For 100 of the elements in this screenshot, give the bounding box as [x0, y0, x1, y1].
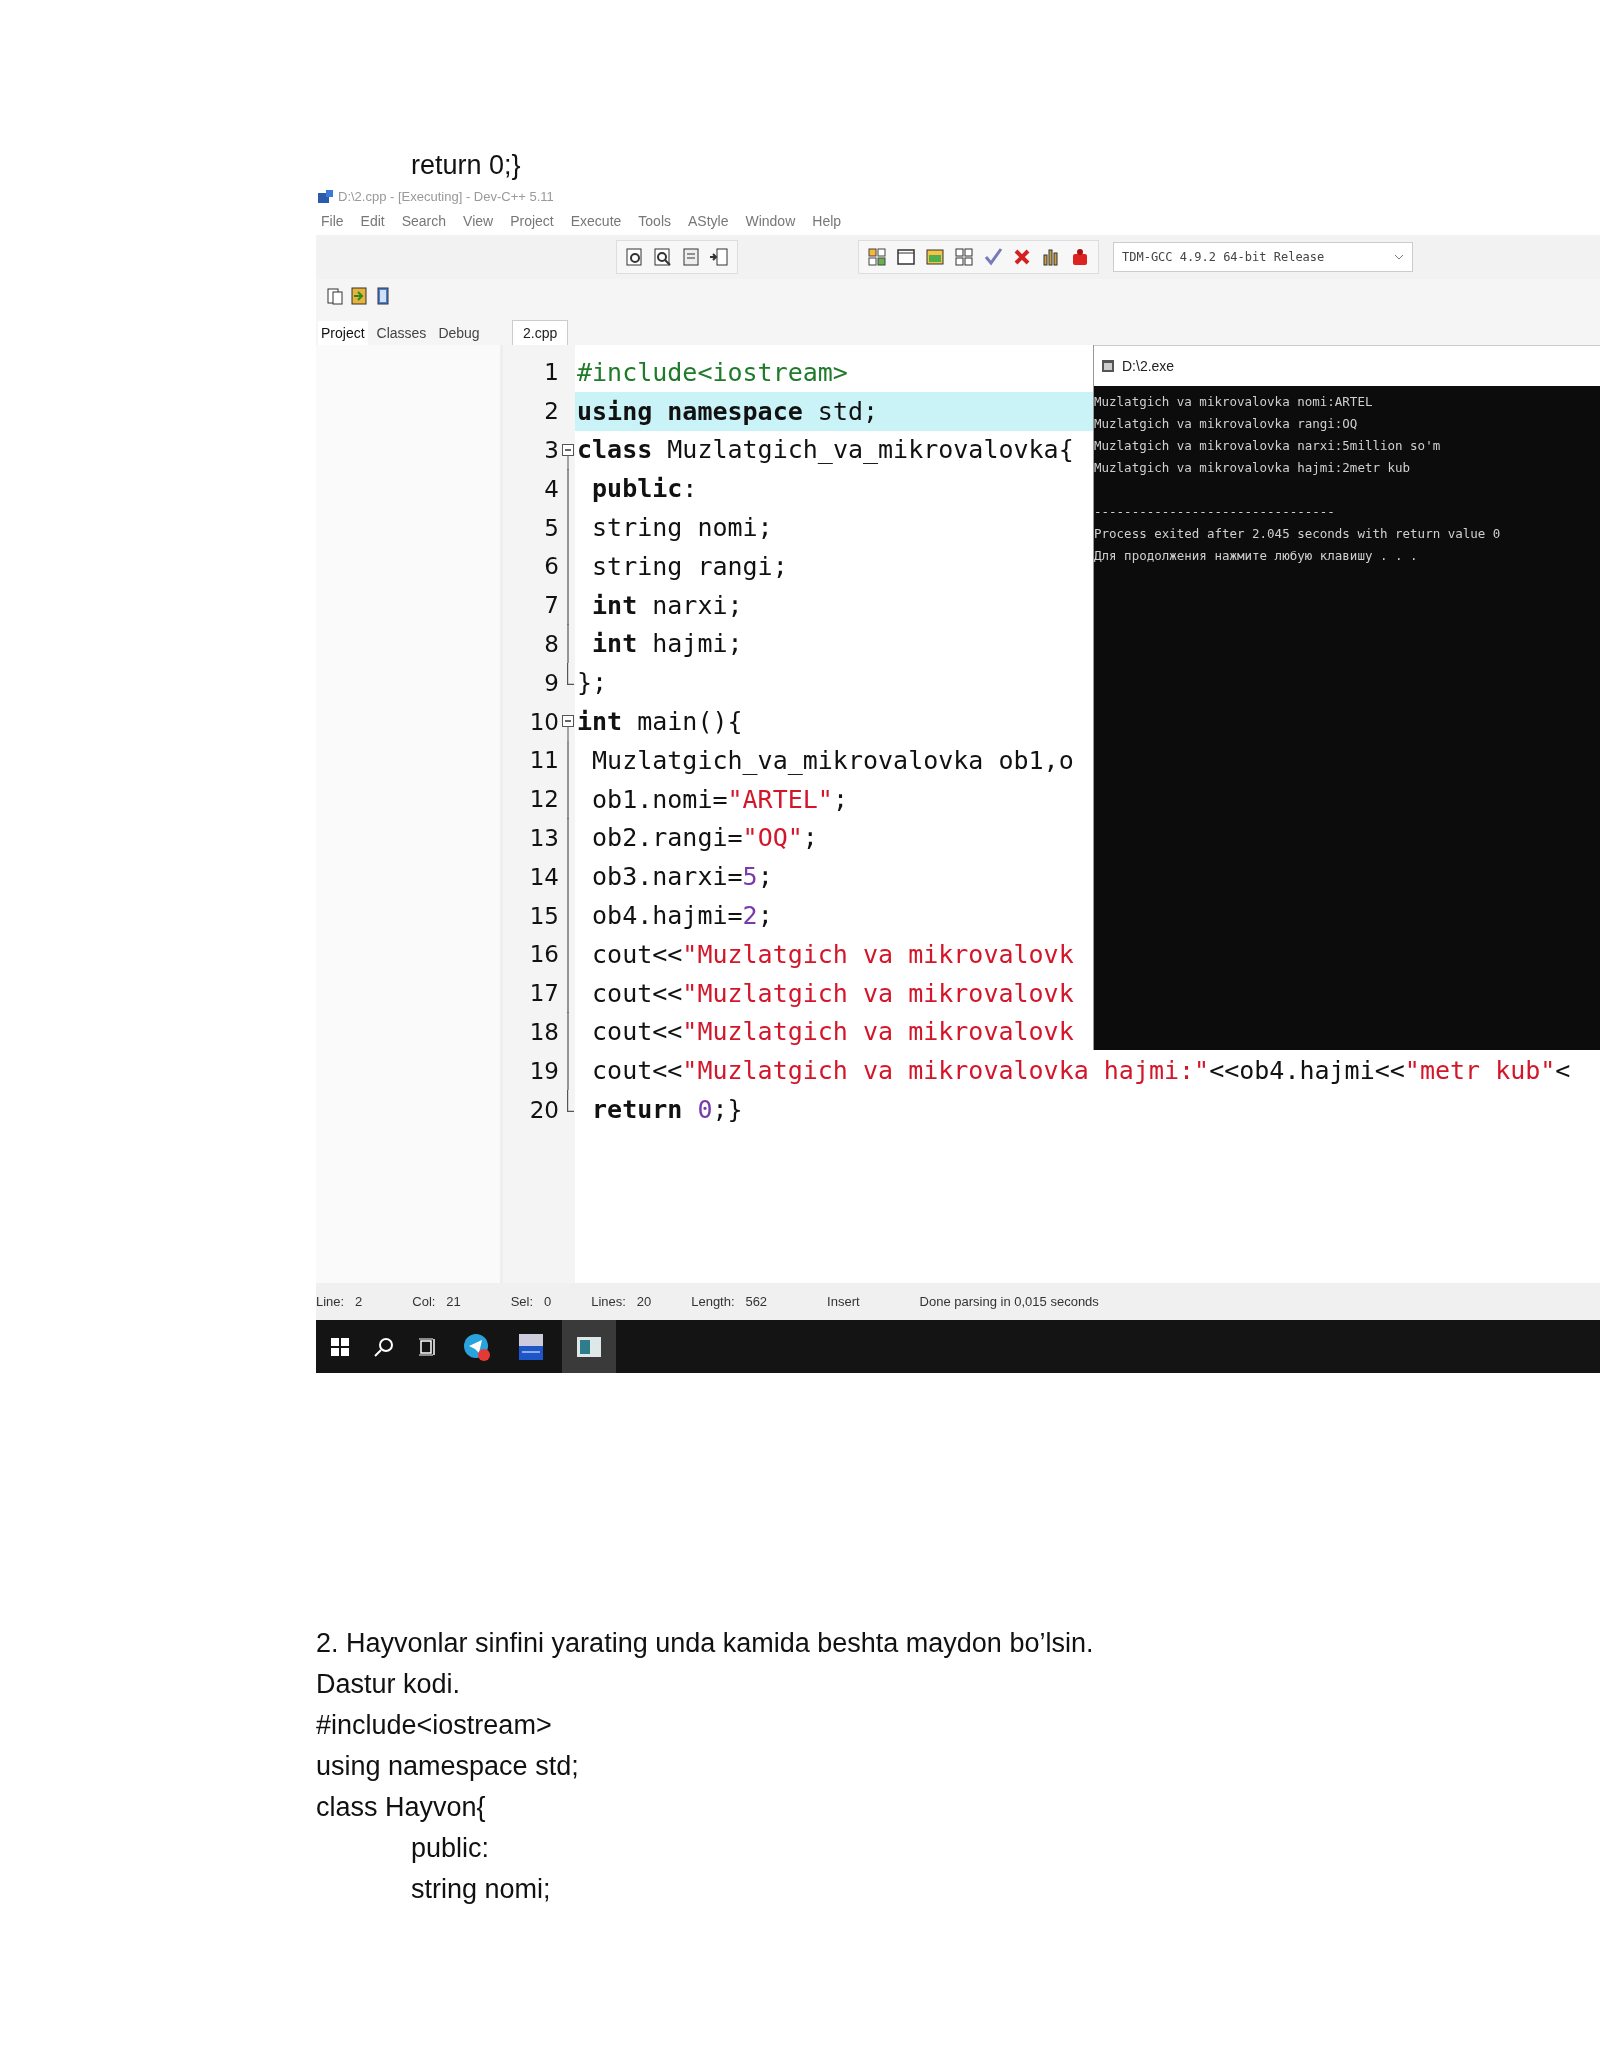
line-number: 17 — [528, 980, 559, 1007]
line-number: 10 — [528, 708, 559, 735]
status-item: Sel: 0 — [510, 1294, 552, 1309]
compiler-dropdown[interactable]: TDM-GCC 4.9.2 64-bit Release — [1113, 242, 1413, 272]
panel-tab[interactable]: Project — [318, 321, 368, 345]
document-text: Dastur kodi. — [316, 1668, 461, 1701]
taskbar-active-app[interactable] — [562, 1320, 616, 1373]
code-line: ob2.rangi="OQ"; — [591, 823, 818, 853]
status-item: Length: 562 — [691, 1294, 768, 1309]
line-number: 19 — [528, 1057, 559, 1084]
line-number: 3 — [543, 437, 559, 463]
document-text: using namespace std; — [316, 1750, 579, 1783]
line-number: 4 — [543, 475, 559, 502]
menu-item[interactable]: View — [463, 213, 494, 229]
bar-chart-icon[interactable] — [1041, 247, 1061, 267]
dev-app-icon[interactable] — [516, 1331, 546, 1362]
code-line: class Muzlatgich_va_mikrovalovka{ — [577, 435, 1074, 465]
line-number: 7 — [543, 592, 559, 619]
line-number: 14 — [528, 863, 559, 890]
line-number: 5 — [543, 514, 559, 541]
code-line: using namespace std; — [577, 396, 879, 426]
document-text: public: — [410, 1832, 490, 1865]
windows-start-icon[interactable] — [330, 1336, 350, 1357]
code-line: string nomi; — [591, 513, 773, 543]
close-icon[interactable] — [1012, 247, 1032, 267]
document-search-icon[interactable] — [653, 247, 673, 267]
line-number: 15 — [528, 902, 559, 929]
status-item: Lines: 20 — [591, 1294, 652, 1309]
window-icon[interactable] — [896, 247, 916, 267]
menu-item[interactable]: AStyle — [688, 213, 729, 229]
check-icon[interactable] — [983, 247, 1003, 267]
console-output-line: Muzlatgich va mikrovalovka rangi:OQ — [1094, 415, 1358, 433]
line-number: 8 — [543, 630, 559, 657]
code-line: cout<<"Muzlatgich va mikrovalovk — [591, 1017, 1074, 1047]
code-line: cout<<"Muzlatgich va mikrovalovka hajmi:"<<ob4.hajmi<<"metr kub"< — [591, 1056, 1571, 1086]
code-line: int narxi; — [591, 590, 743, 620]
paper-plane-app-icon[interactable] — [462, 1331, 492, 1362]
document-text: string nomi; — [410, 1873, 551, 1906]
fold-end-line — [567, 663, 574, 686]
menu-item[interactable]: Tools — [638, 213, 671, 229]
menu-item[interactable]: Project — [510, 213, 554, 229]
line-number: 11 — [528, 747, 559, 774]
line-number: 12 — [528, 786, 559, 813]
chevron-down-icon — [1394, 254, 1404, 260]
task-view-icon[interactable] — [418, 1336, 438, 1357]
code-line: cout<<"Muzlatgich va mikrovalovk — [591, 939, 1074, 969]
document-text: #include<iostream> — [316, 1709, 552, 1742]
code-line: int main(){ — [577, 707, 743, 737]
console-app-icon — [576, 1335, 602, 1358]
menu-item[interactable]: Edit — [360, 213, 385, 229]
editor-tab[interactable]: 2.cpp — [512, 320, 569, 345]
window-title: D:\2.cpp - [Executing] - Dev-C++ 5.11 — [338, 188, 554, 204]
code-line: cout<<"Muzlatgich va mikrovalovk — [591, 978, 1074, 1008]
line-number: 6 — [543, 553, 559, 580]
console-icon — [1102, 360, 1114, 372]
code-line: Muzlatgich_va_mikrovalovka ob1,o — [591, 745, 1074, 775]
menu-item[interactable]: Window — [745, 213, 796, 229]
book-icon[interactable] — [374, 286, 392, 306]
code-line: }; — [577, 668, 608, 698]
document-text: class Hayvon{ — [316, 1791, 486, 1824]
line-number: 18 — [528, 1018, 559, 1045]
line-number: 13 — [528, 824, 559, 851]
bug-icon[interactable] — [1070, 247, 1090, 267]
status-item: Line: 2 — [316, 1294, 363, 1309]
menu-item[interactable]: File — [321, 213, 344, 229]
document-icon[interactable] — [326, 286, 344, 306]
console-output-line: Muzlatgich va mikrovalovka narxi:5million so'm — [1094, 437, 1441, 455]
window-icon[interactable] — [925, 247, 945, 267]
panel-tab[interactable]: Debug — [435, 321, 483, 345]
app-icon — [318, 189, 333, 203]
console-title: D:\2.exe — [1122, 358, 1175, 374]
line-number: 9 — [543, 669, 559, 696]
line-number: 20 — [528, 1096, 559, 1123]
document-icon[interactable] — [681, 247, 701, 267]
code-line: ob3.narxi=5; — [591, 862, 773, 892]
line-number: 1 — [543, 359, 559, 386]
grid-icon[interactable] — [954, 247, 974, 267]
indent-icon[interactable] — [709, 247, 729, 267]
search-icon[interactable] — [374, 1336, 394, 1357]
menu-item[interactable]: Search — [401, 213, 447, 229]
document-text: 2. Hayvonlar sinfini yarating unda kamida beshta maydon bo’lsin. — [316, 1627, 1094, 1660]
code-line: ob4.hajmi=2; — [591, 901, 773, 931]
line-number: 16 — [528, 941, 559, 968]
document-text: return 0;} — [410, 149, 521, 182]
code-line: ob1.nomi="ARTEL"; — [591, 784, 848, 814]
document-search-icon[interactable] — [625, 247, 645, 267]
menu-item[interactable]: Help — [812, 213, 842, 229]
console-output-line: Muzlatgich va mikrovalovka nomi:ARTEL — [1094, 393, 1373, 411]
console-output-line: Process exited after 2.045 seconds with return value 0 — [1094, 525, 1501, 543]
grid-icon[interactable] — [867, 247, 887, 267]
code-line: public: — [591, 474, 698, 504]
code-line: return 0;} — [591, 1095, 743, 1125]
panel-tab[interactable]: Classes — [373, 321, 430, 345]
fold-toggle-icon[interactable] — [562, 715, 574, 742]
fold-end-line — [567, 1090, 574, 1113]
code-line: string rangi; — [591, 551, 788, 581]
line-number: 2 — [543, 398, 559, 425]
menu-item[interactable]: Execute — [570, 213, 622, 229]
fold-toggle-icon[interactable] — [562, 443, 574, 470]
status-item: Col: 21 — [412, 1294, 461, 1309]
